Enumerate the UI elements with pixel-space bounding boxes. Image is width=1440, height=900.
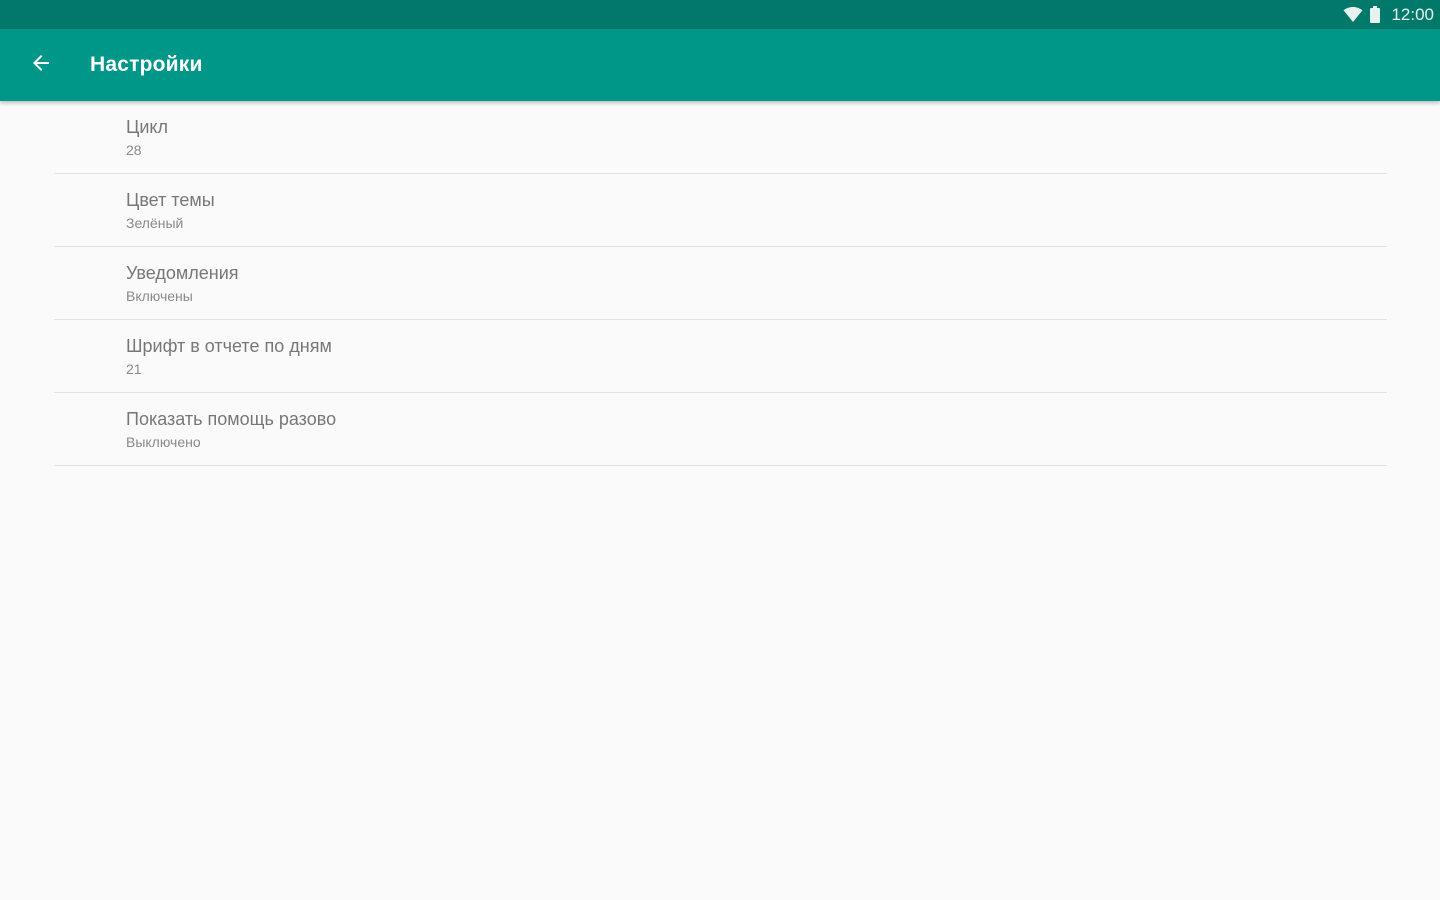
wifi-icon	[1343, 6, 1363, 23]
arrow-back-icon	[29, 51, 53, 80]
page-title: Настройки	[90, 53, 203, 76]
setting-summary: Включены	[126, 288, 193, 304]
settings-list: Цикл 28 Цвет темы Зелёный Уведомления Вк…	[54, 101, 1387, 466]
setting-summary: Зелёный	[126, 215, 184, 231]
setting-summary: 21	[126, 361, 142, 377]
back-button[interactable]	[13, 37, 69, 93]
setting-title: Шрифт в отчете по дням	[126, 336, 332, 356]
app-bar: Настройки	[0, 29, 1440, 101]
setting-summary: Выключено	[126, 434, 201, 450]
setting-title: Уведомления	[126, 263, 239, 283]
setting-title: Цикл	[126, 117, 168, 137]
battery-icon	[1369, 6, 1381, 23]
status-bar: 12:00	[0, 0, 1440, 29]
setting-title: Показать помощь разово	[126, 409, 337, 429]
setting-cycle[interactable]: Цикл 28	[54, 101, 1387, 174]
setting-theme-color[interactable]: Цвет темы Зелёный	[54, 174, 1387, 247]
setting-summary: 28	[126, 142, 142, 158]
setting-notifications[interactable]: Уведомления Включены	[54, 247, 1387, 320]
setting-title: Цвет темы	[126, 190, 215, 210]
setting-show-help-once[interactable]: Показать помощь разово Выключено	[54, 393, 1387, 466]
setting-daily-report-font[interactable]: Шрифт в отчете по дням 21	[54, 320, 1387, 393]
status-clock: 12:00	[1391, 4, 1434, 24]
